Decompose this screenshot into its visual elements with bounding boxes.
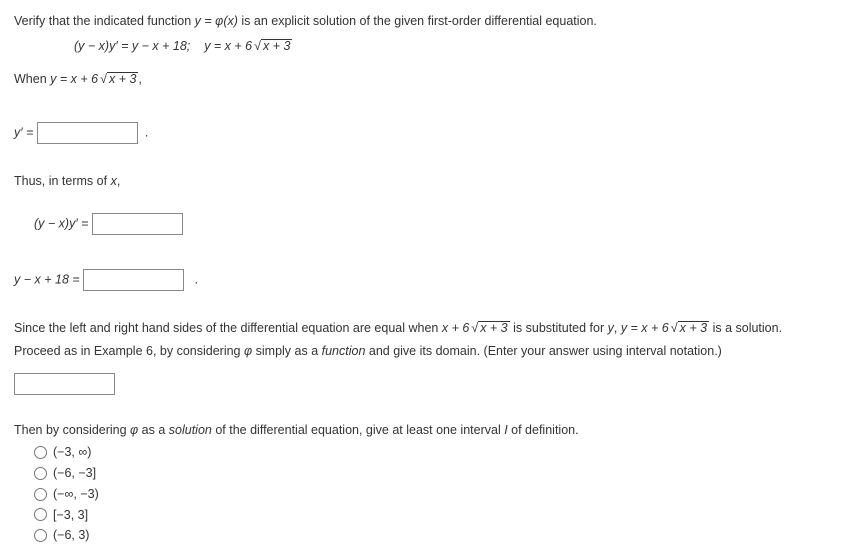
- yprime-input[interactable]: [37, 122, 138, 144]
- proceed-line: Proceed as in Example 6, by considering …: [14, 342, 838, 361]
- line-a-input[interactable]: [92, 213, 183, 235]
- yprime-label: y′ =: [14, 126, 33, 140]
- equation-line: (y − x)y′ = y − x + 18; y = x + 6 x + 3: [74, 37, 838, 56]
- phi: φ: [244, 344, 252, 358]
- solution-word: solution: [169, 423, 212, 437]
- intro-mid: is an explicit solution of the given fir…: [238, 14, 597, 28]
- line-a-lhs: (y − x)y′ =: [34, 216, 88, 230]
- sqrt-content: x + 3: [678, 321, 709, 335]
- proceed-b: simply as a: [252, 344, 321, 358]
- option-5[interactable]: (−6, 3): [34, 526, 838, 545]
- proceed-c: and give its domain. (Enter your answer …: [365, 344, 721, 358]
- option-4[interactable]: [−3, 3]: [34, 506, 838, 525]
- sqrt-content: x + 3: [261, 39, 292, 53]
- line-b-input[interactable]: [83, 269, 184, 291]
- sqrt-content: x + 3: [107, 72, 138, 86]
- period: .: [188, 272, 198, 286]
- radio-3[interactable]: [34, 488, 47, 501]
- option-4-label: [−3, 3]: [53, 506, 88, 525]
- when-prefix: When: [14, 72, 50, 86]
- proceed-a: Proceed as in Example 6, by considering: [14, 344, 244, 358]
- intro-text: Verify that the indicated function: [14, 14, 195, 28]
- domain-input[interactable]: [14, 373, 115, 395]
- option-3[interactable]: (−∞, −3): [34, 485, 838, 504]
- then-d: of definition.: [508, 423, 579, 437]
- since-b: x + 6: [442, 321, 469, 335]
- sqrt-icon: x + 3: [98, 70, 138, 89]
- radio-5[interactable]: [34, 529, 47, 542]
- when-y: y = x + 6: [50, 72, 98, 86]
- since-d: ,: [614, 321, 621, 335]
- radio-2[interactable]: [34, 467, 47, 480]
- since-g: is a solution.: [709, 321, 782, 335]
- when-line: When y = x + 6 x + 3,: [14, 70, 838, 89]
- thus-line: Thus, in terms of x,: [14, 172, 838, 191]
- period: .: [141, 126, 148, 140]
- option-1[interactable]: (−3, ∞): [34, 443, 838, 462]
- since-e: y = x + 6: [621, 321, 669, 335]
- sqrt-icon: x + 3: [669, 319, 709, 338]
- yprime-row: y′ = .: [14, 122, 838, 144]
- phi2: φ: [130, 423, 138, 437]
- ode-lhs: (y − x)y′ = y − x + 18;: [74, 39, 190, 53]
- intro-line: Verify that the indicated function y = φ…: [14, 12, 838, 31]
- y-eq-phi: y = φ(x): [195, 14, 238, 28]
- line-a: (y − x)y′ =: [34, 213, 838, 235]
- then-line: Then by considering φ as a solution of t…: [14, 421, 838, 440]
- when-suffix: ,: [138, 72, 141, 86]
- thus-comma: ,: [117, 174, 120, 188]
- options-group: (−3, ∞) (−6, −3] (−∞, −3) [−3, 3] (−6, 3…: [34, 443, 838, 545]
- since-a: Since the left and right hand sides of t…: [14, 321, 442, 335]
- line-b: y − x + 18 = .: [14, 269, 838, 291]
- radio-1[interactable]: [34, 446, 47, 459]
- option-2-label: (−6, −3]: [53, 464, 96, 483]
- option-3-label: (−∞, −3): [53, 485, 99, 504]
- since-c: is substituted for: [510, 321, 608, 335]
- function-word: function: [322, 344, 366, 358]
- since-line: Since the left and right hand sides of t…: [14, 319, 838, 338]
- thus-text: Thus, in terms of: [14, 174, 111, 188]
- line-b-lhs: y − x + 18 =: [14, 272, 80, 286]
- option-2[interactable]: (−6, −3]: [34, 464, 838, 483]
- ode-rhs-prefix: y = x + 6: [204, 39, 252, 53]
- domain-row: [14, 373, 838, 395]
- option-1-label: (−3, ∞): [53, 443, 91, 462]
- sqrt-icon: x + 3: [469, 319, 509, 338]
- then-a: Then by considering: [14, 423, 130, 437]
- radio-4[interactable]: [34, 508, 47, 521]
- sqrt-content: x + 3: [478, 321, 509, 335]
- option-5-label: (−6, 3): [53, 526, 89, 545]
- then-c: of the differential equation, give at le…: [212, 423, 504, 437]
- then-b: as a: [138, 423, 169, 437]
- sqrt-icon: x + 3: [252, 37, 292, 56]
